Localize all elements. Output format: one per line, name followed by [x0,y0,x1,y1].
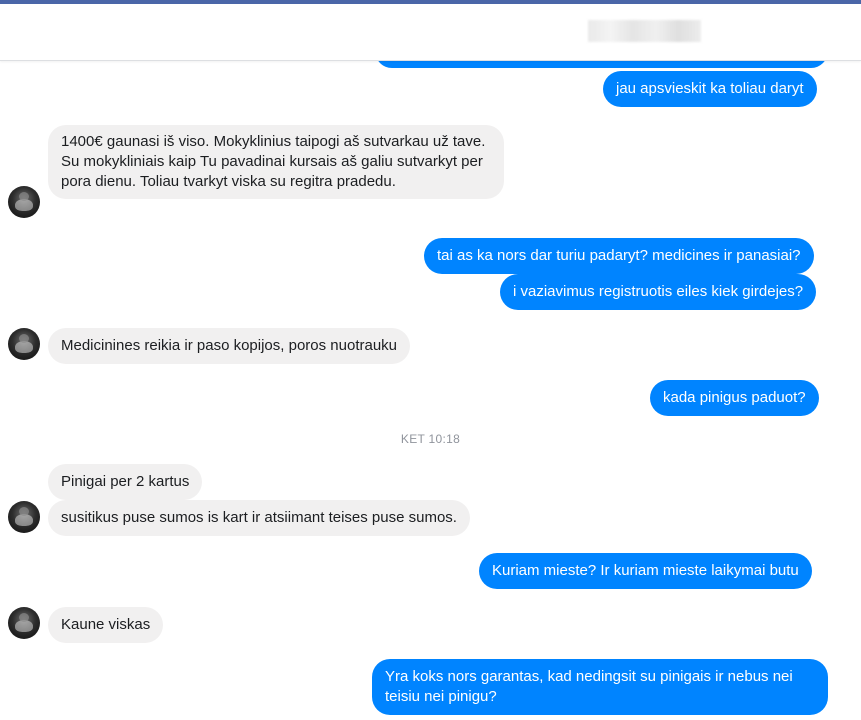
incoming-message[interactable]: Medicinines reikia ir paso kopijos, poro… [48,328,411,364]
message-thread: jau apsvieskit ka toliau daryt 1400€ gau… [0,0,861,720]
contact-avatar[interactable] [8,501,40,533]
contact-avatar[interactable] [8,607,40,639]
timestamp-divider: KET 10:18 [400,432,461,446]
outgoing-message[interactable]: tai as ka nors dar turiu padaryt? medici… [424,238,814,274]
incoming-message[interactable]: susitikus puse sumos is kart ir atsiiman… [48,500,470,536]
outgoing-message[interactable]: Kuriam mieste? Ir kuriam mieste laikymai… [479,553,812,589]
contact-name-redacted [588,20,701,42]
contact-avatar[interactable] [8,328,40,360]
incoming-message[interactable]: Pinigai per 2 kartus [48,464,203,500]
incoming-message[interactable]: 1400€ gaunasi iš viso. Mokyklinius taipo… [48,125,504,199]
outgoing-message[interactable]: Yra koks nors garantas, kad nedingsit su… [372,659,828,715]
outgoing-message[interactable]: kada pinigus paduot? [650,380,819,416]
conversation-header [0,4,861,61]
outgoing-message[interactable]: jau apsvieskit ka toliau daryt [603,71,817,107]
outgoing-message[interactable]: i vaziavimus registruotis eiles kiek gir… [500,274,817,310]
incoming-message[interactable]: Kaune viskas [48,607,164,643]
contact-avatar[interactable] [8,186,40,218]
